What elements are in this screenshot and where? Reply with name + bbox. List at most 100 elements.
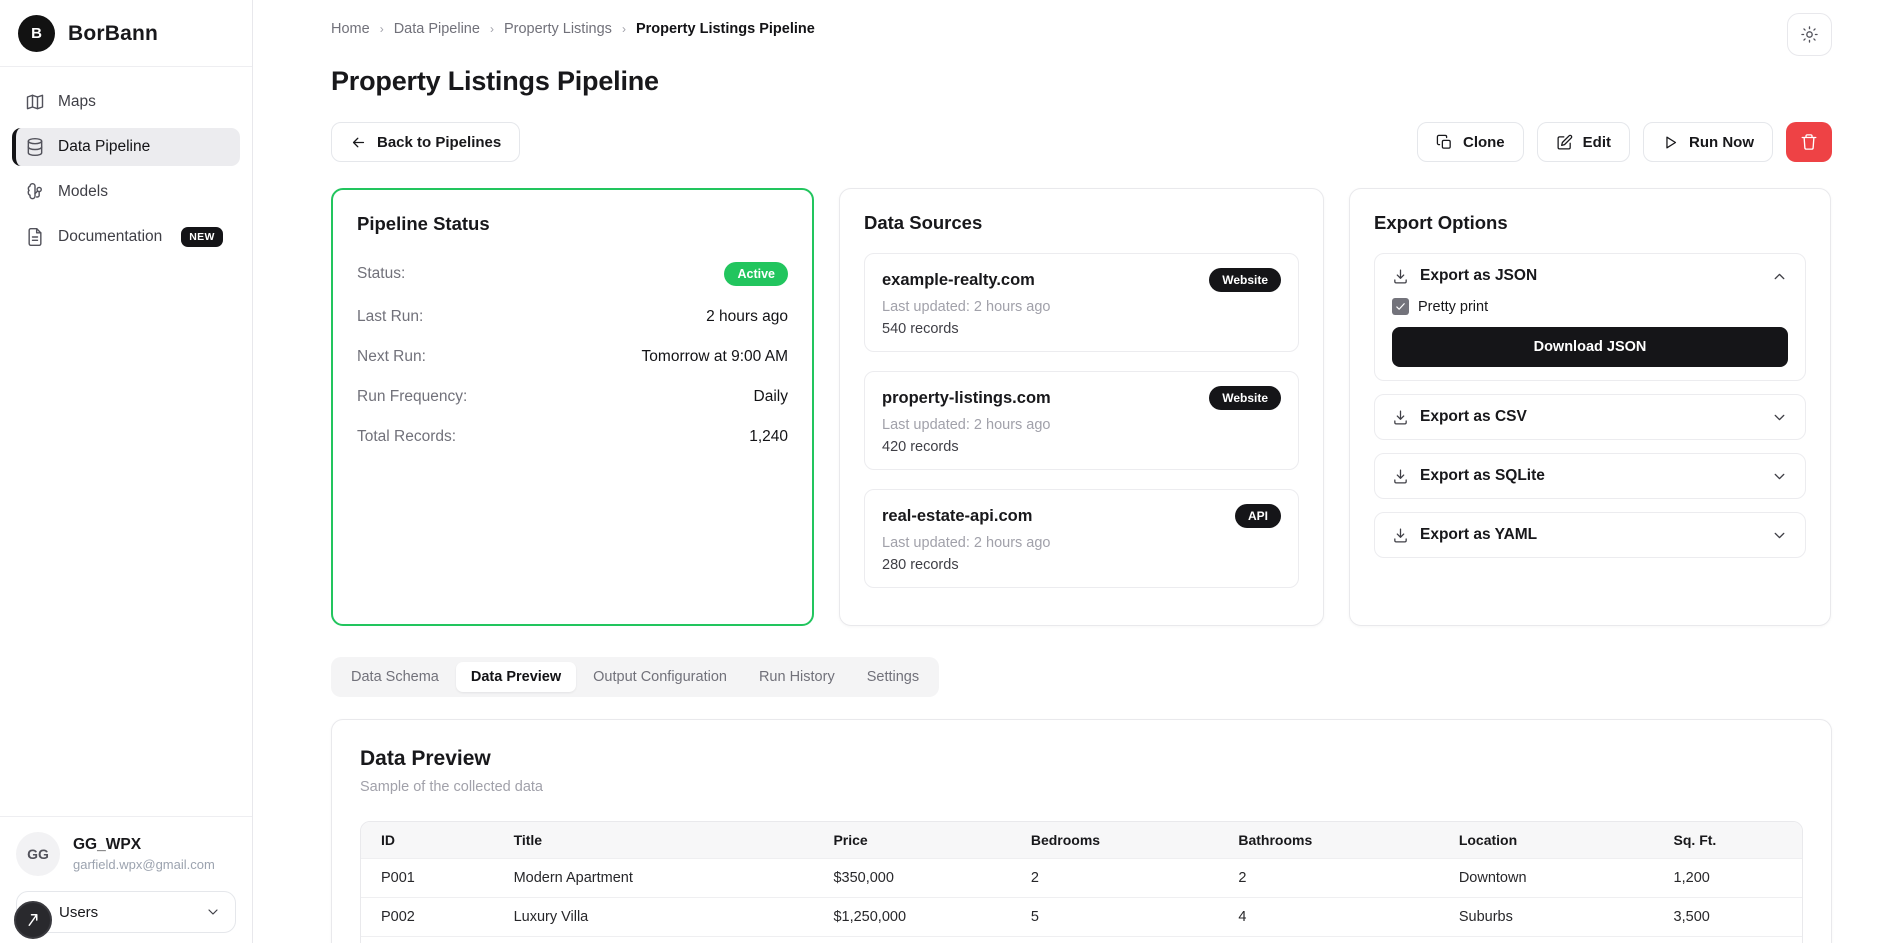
source-item[interactable]: real-estate-api.com API Last updated: 2 … xyxy=(864,489,1299,588)
cell-bedrooms: 5 xyxy=(1011,898,1219,937)
sidebar-item-label: Documentation xyxy=(58,228,162,246)
export-csv-toggle[interactable]: Export as CSV xyxy=(1392,408,1788,426)
user-meta: GG_WPX garfield.wpx@gmail.com xyxy=(73,836,215,872)
source-item[interactable]: property-listings.com Website Last updat… xyxy=(864,371,1299,470)
pipeline-actions: Clone Edit Run Now xyxy=(1417,122,1832,162)
data-preview-subtitle: Sample of the collected data xyxy=(360,779,1803,795)
status-badge: Active xyxy=(724,262,788,286)
export-yaml-toggle[interactable]: Export as YAML xyxy=(1392,526,1788,544)
tab-run-history[interactable]: Run History xyxy=(744,662,850,692)
new-badge: NEW xyxy=(181,227,222,247)
check-icon xyxy=(1395,301,1406,312)
sources-list: example-realty.com Website Last updated:… xyxy=(864,253,1299,588)
tab-output-configuration[interactable]: Output Configuration xyxy=(578,662,742,692)
source-records: 280 records xyxy=(882,557,1281,573)
status-row: Status: Active xyxy=(357,262,788,286)
status-value: 2 hours ago xyxy=(706,308,788,326)
data-sources-title: Data Sources xyxy=(864,212,1299,234)
status-label: Status: xyxy=(357,265,405,283)
trash-icon xyxy=(1800,133,1818,151)
export-yaml-item: Export as YAML xyxy=(1374,512,1806,558)
sidebar-item-data-pipeline[interactable]: Data Pipeline xyxy=(12,128,240,166)
user-email: garfield.wpx@gmail.com xyxy=(73,857,215,872)
cursor-indicator xyxy=(14,901,52,939)
export-options-title: Export Options xyxy=(1374,212,1806,234)
source-records: 540 records xyxy=(882,321,1281,337)
sidebar-item-models[interactable]: Models xyxy=(12,173,240,211)
breadcrumb-home[interactable]: Home xyxy=(331,21,370,37)
cursor-arrow-icon xyxy=(24,911,42,929)
column-header-bedrooms: Bedrooms xyxy=(1011,822,1219,859)
sidebar-item-documentation[interactable]: Documentation NEW xyxy=(12,218,240,256)
chevron-down-icon xyxy=(205,904,221,920)
edit-icon xyxy=(1556,134,1573,151)
status-row: Next Run: Tomorrow at 9:00 AM xyxy=(357,348,788,366)
edit-button-label: Edit xyxy=(1583,134,1611,151)
column-header-location: Location xyxy=(1439,822,1654,859)
clone-button-label: Clone xyxy=(1463,134,1505,151)
export-json-toggle[interactable]: Export as JSON xyxy=(1392,267,1788,285)
data-sources-card: Data Sources example-realty.com Website … xyxy=(839,188,1324,626)
sidebar-item-maps[interactable]: Maps xyxy=(12,83,240,121)
column-header-id: ID xyxy=(361,822,494,859)
cell-id: P003 xyxy=(361,937,494,943)
edit-button[interactable]: Edit xyxy=(1537,122,1630,162)
tab-data-schema[interactable]: Data Schema xyxy=(336,662,454,692)
source-updated: Last updated: 2 hours ago xyxy=(882,299,1281,315)
tab-data-preview[interactable]: Data Preview xyxy=(456,662,576,692)
brand-block: B BorBann xyxy=(0,0,252,66)
source-item[interactable]: example-realty.com Website Last updated:… xyxy=(864,253,1299,352)
actions-row: Back to Pipelines Clone Edit Run Now xyxy=(331,122,1832,162)
run-now-button[interactable]: Run Now xyxy=(1643,122,1773,162)
sidebar-item-label: Maps xyxy=(58,93,96,111)
export-label: Export as CSV xyxy=(1420,408,1527,426)
sidebar-nav: Maps Data Pipeline Models Documentation … xyxy=(0,67,252,272)
status-rows: Status: Active Last Run: 2 hours ago Nex… xyxy=(357,262,788,446)
status-label: Total Records: xyxy=(357,428,456,446)
pipeline-status-title: Pipeline Status xyxy=(357,213,788,235)
source-name: example-realty.com xyxy=(882,271,1035,290)
user-name: GG_WPX xyxy=(73,836,215,854)
cell-price: $350,000 xyxy=(813,859,1010,898)
export-json-item: Export as JSON Pretty print Download JSO… xyxy=(1374,253,1806,381)
table-row: P002 Luxury Villa $1,250,000 5 4 Suburbs… xyxy=(361,898,1802,937)
arrow-left-icon xyxy=(350,134,367,151)
cell-id: P002 xyxy=(361,898,494,937)
pretty-print-option[interactable]: Pretty print xyxy=(1392,298,1788,315)
source-type-badge: Website xyxy=(1209,386,1281,410)
clone-button[interactable]: Clone xyxy=(1417,122,1524,162)
source-updated: Last updated: 2 hours ago xyxy=(882,535,1281,551)
brand-logo: B xyxy=(18,15,55,52)
download-json-button[interactable]: Download JSON xyxy=(1392,327,1788,367)
run-now-button-label: Run Now xyxy=(1689,134,1754,151)
status-value: Daily xyxy=(754,388,788,406)
sidebar-user-section: GG GG_WPX garfield.wpx@gmail.com Users xyxy=(0,816,252,943)
map-icon xyxy=(25,92,45,112)
export-sqlite-item: Export as SQLite xyxy=(1374,453,1806,499)
download-icon xyxy=(1392,268,1409,285)
tab-settings[interactable]: Settings xyxy=(852,662,934,692)
status-label: Last Run: xyxy=(357,308,423,326)
status-row: Run Frequency: Daily xyxy=(357,388,788,406)
theme-toggle-button[interactable] xyxy=(1787,13,1832,56)
table-header-row: ID Title Price Bedrooms Bathrooms Locati… xyxy=(361,822,1802,859)
cell-price: $1,250,000 xyxy=(813,898,1010,937)
breadcrumb: Home › Data Pipeline › Property Listings… xyxy=(331,13,815,37)
table-row: P003 Cozy Studio $180,000 1 1 City Cente… xyxy=(361,937,1802,943)
table-row: P001 Modern Apartment $350,000 2 2 Downt… xyxy=(361,859,1802,898)
breadcrumb-property-listings[interactable]: Property Listings xyxy=(504,21,612,37)
source-updated: Last updated: 2 hours ago xyxy=(882,417,1281,433)
page-title: Property Listings Pipeline xyxy=(331,66,1832,97)
breadcrumb-data-pipeline[interactable]: Data Pipeline xyxy=(394,21,480,37)
cell-id: P001 xyxy=(361,859,494,898)
column-header-title: Title xyxy=(494,822,814,859)
delete-button[interactable] xyxy=(1786,122,1832,162)
export-sqlite-toggle[interactable]: Export as SQLite xyxy=(1392,467,1788,485)
copy-icon xyxy=(1436,134,1453,151)
pretty-print-checkbox[interactable] xyxy=(1392,298,1409,315)
export-list: Export as JSON Pretty print Download JSO… xyxy=(1374,253,1806,558)
export-csv-item: Export as CSV xyxy=(1374,394,1806,440)
brand-name: BorBann xyxy=(68,22,158,46)
sun-icon xyxy=(1800,25,1819,44)
back-to-pipelines-button[interactable]: Back to Pipelines xyxy=(331,122,520,162)
